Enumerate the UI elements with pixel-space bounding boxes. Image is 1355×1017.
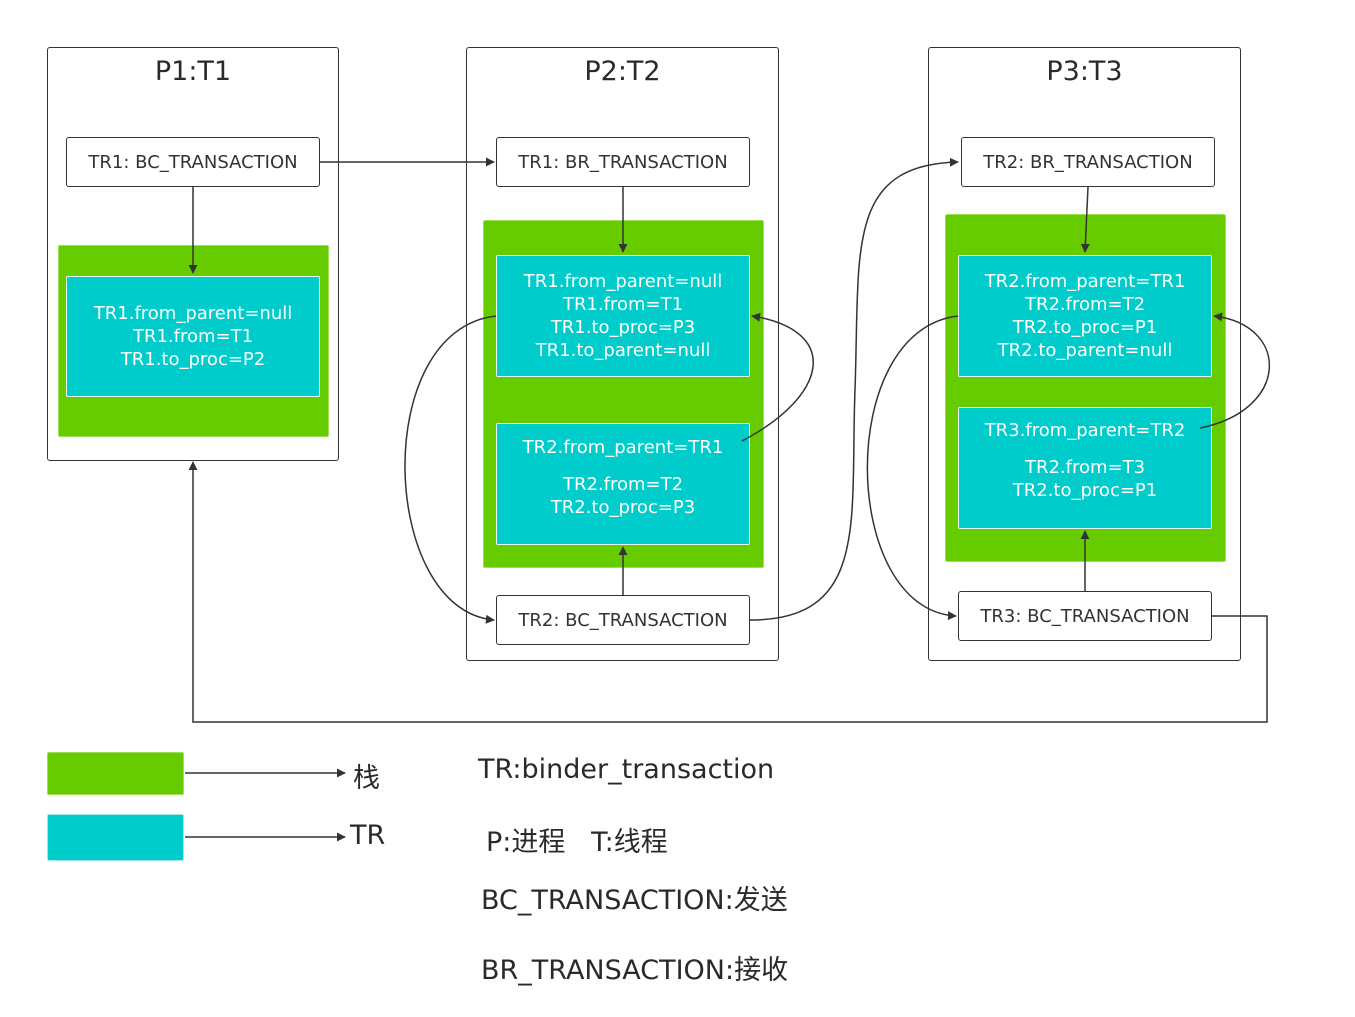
legend-note-p-t: P:进程 T:线程 [486, 827, 668, 858]
tr-field: TR1.from_parent=null [523, 271, 723, 292]
legend-tr-label: TR [350, 820, 386, 851]
tr-field: TR2.to_proc=P1 [1012, 317, 1158, 338]
p2-br-transaction-box: TR1: BR_TRANSACTION [496, 137, 750, 187]
p2-tr1-node: TR1.from_parent=null TR1.from=T1 TR1.to_… [496, 255, 750, 377]
legend-note-tr: TR:binder_transaction [478, 754, 775, 785]
tr-field: TR2.to_proc=P3 [550, 497, 696, 518]
tr-field: TR2.from_parent=TR1 [522, 437, 724, 458]
p3-tr3-node: TR3.from_parent=TR2 TR2.from=T3 TR2.to_p… [958, 407, 1212, 529]
p1-bc-transaction-box: TR1: BC_TRANSACTION [66, 137, 320, 187]
tr-field: TR2.from=T3 [1024, 457, 1146, 478]
p3-br-transaction-box: TR2: BR_TRANSACTION [961, 137, 1215, 187]
legend-tr-swatch [47, 814, 184, 861]
p2-tr2-node: TR2.from_parent=TR1 TR2.from=T2 TR2.to_p… [496, 423, 750, 545]
p1-tr1-node: TR1.from_parent=null TR1.from=T1 TR1.to_… [66, 276, 320, 397]
tr-field: TR1.from=T1 [562, 294, 684, 315]
tr-field: TR2.to_proc=P1 [1012, 480, 1158, 501]
tr-field: TR2.from=T2 [562, 474, 684, 495]
legend-stack-label: 栈 [353, 763, 380, 794]
arrow-p2-to-p3 [749, 157, 959, 621]
tr-field: TR1.to_parent=null [535, 340, 711, 361]
p3-bc-transaction-box: TR3: BC_TRANSACTION [958, 591, 1212, 641]
tr-field: TR1.from_parent=null [93, 303, 293, 324]
process-p1-title: P1:T1 [154, 56, 232, 87]
tr-field: TR2.to_parent=null [997, 340, 1173, 361]
legend-stack-swatch [47, 752, 184, 795]
tr-field: TR1.to_proc=P3 [550, 317, 696, 338]
tr-field: TR3.from_parent=TR2 [984, 420, 1186, 441]
tr-field: TR2.from_parent=TR1 [984, 271, 1186, 292]
tr-field: TR1.from=T1 [132, 326, 254, 347]
process-p3-title: P3:T3 [1046, 56, 1123, 87]
p2-bc-transaction-box: TR2: BC_TRANSACTION [496, 595, 750, 645]
tr-field: TR1.to_proc=P2 [120, 349, 266, 370]
p3-tr2-node: TR2.from_parent=TR1 TR2.from=T2 TR2.to_p… [958, 255, 1212, 377]
process-p2-title: P2:T2 [584, 56, 661, 87]
tr-field: TR2.from=T2 [1024, 294, 1146, 315]
tr-spacer [497, 459, 749, 473]
legend-note-br: BR_TRANSACTION:接收 [481, 955, 789, 986]
tr-spacer [959, 442, 1211, 456]
legend-note-bc: BC_TRANSACTION:发送 [481, 885, 788, 916]
